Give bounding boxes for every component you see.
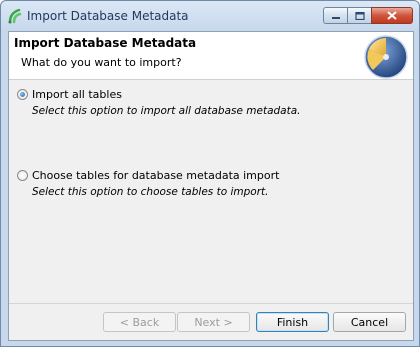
next-button[interactable]: Next > (177, 312, 250, 332)
finish-button[interactable]: Finish (256, 312, 329, 332)
minimize-icon (331, 16, 340, 19)
option-label[interactable]: Import all tables (32, 88, 122, 101)
close-icon (387, 11, 397, 20)
page-title: Import Database Metadata (14, 36, 197, 50)
page-subtitle: What do you want to import? (21, 56, 182, 69)
radio-selected-dot (20, 92, 25, 97)
radio-import-all[interactable] (17, 89, 28, 100)
minimize-button[interactable] (323, 7, 347, 24)
window-controls (323, 7, 413, 25)
window-title: Import Database Metadata (27, 9, 189, 23)
close-button[interactable] (371, 7, 413, 24)
title-bar[interactable]: Import Database Metadata (1, 1, 419, 31)
option-label[interactable]: Choose tables for database metadata impo… (32, 169, 279, 182)
maximize-icon (354, 11, 365, 20)
back-button[interactable]: < Back (103, 312, 176, 332)
option-description: Select this option to choose tables to i… (32, 186, 269, 198)
footer-divider (9, 303, 413, 304)
app-icon (7, 8, 23, 24)
maximize-button[interactable] (347, 7, 371, 24)
cancel-button[interactable]: Cancel (333, 312, 406, 332)
radio-choose-tables[interactable] (17, 170, 28, 181)
wizard-header: Import Database Metadata What do you wan… (9, 32, 413, 80)
option-description: Select this option to import all databas… (32, 105, 301, 117)
database-wizard-icon (361, 33, 409, 79)
dialog-window: Import Database Metadata Import Database… (0, 0, 420, 347)
dialog-content: Import Database Metadata What do you wan… (8, 31, 414, 341)
option-import-all[interactable]: Import all tables Select this option to … (17, 88, 407, 120)
option-choose-tables[interactable]: Choose tables for database metadata impo… (17, 169, 407, 201)
